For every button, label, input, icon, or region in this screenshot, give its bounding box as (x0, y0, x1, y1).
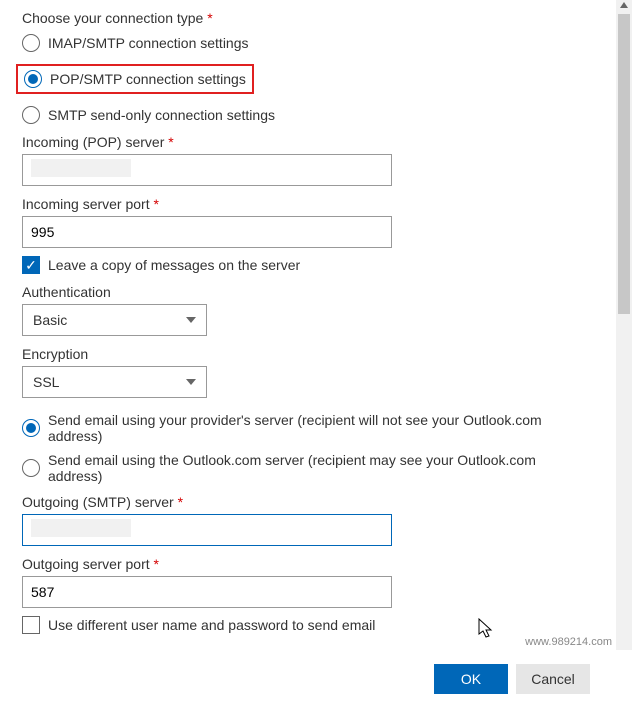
required-asterisk: * (207, 10, 212, 26)
vertical-scrollbar[interactable] (616, 0, 632, 650)
connection-type-label: Choose your connection type * (22, 10, 594, 26)
checkbox-checked-icon: ✓ (22, 256, 40, 274)
radio-label: POP/SMTP connection settings (50, 71, 246, 87)
radio-label: Send email using your provider's server … (48, 412, 594, 444)
redacted-value (31, 519, 131, 537)
checkbox-label: Leave a copy of messages on the server (48, 257, 300, 273)
radio-imap-smtp[interactable]: IMAP/SMTP connection settings (22, 34, 594, 52)
chevron-down-icon (186, 379, 196, 385)
incoming-server-input[interactable] (22, 154, 392, 186)
button-row: OK Cancel (22, 664, 594, 694)
radio-icon (22, 106, 40, 124)
radio-label: Send email using the Outlook.com server … (48, 452, 594, 484)
radio-label: SMTP send-only connection settings (48, 107, 275, 123)
radio-send-provider[interactable]: Send email using your provider's server … (22, 412, 594, 444)
radio-pop-smtp[interactable] (24, 70, 42, 88)
ok-button[interactable]: OK (434, 664, 508, 694)
outgoing-port-label: Outgoing server port * (22, 556, 594, 572)
redacted-value (31, 159, 131, 177)
chevron-down-icon (186, 317, 196, 323)
incoming-server-label: Incoming (POP) server * (22, 134, 594, 150)
outgoing-server-label: Outgoing (SMTP) server * (22, 494, 594, 510)
encryption-select[interactable]: SSL (22, 366, 207, 398)
outgoing-port-input[interactable] (22, 576, 392, 608)
watermark-text: www.989214.com (525, 636, 612, 648)
leave-copy-row[interactable]: ✓ Leave a copy of messages on the server (22, 256, 594, 274)
encryption-label: Encryption (22, 346, 594, 362)
radio-icon (22, 34, 40, 52)
checkbox-label: Use different user name and password to … (48, 617, 375, 633)
radio-label: IMAP/SMTP connection settings (48, 35, 249, 51)
radio-icon (22, 419, 40, 437)
cancel-button[interactable]: Cancel (516, 664, 590, 694)
authentication-label: Authentication (22, 284, 594, 300)
outgoing-server-input[interactable] (22, 514, 392, 546)
incoming-port-label: Incoming server port * (22, 196, 594, 212)
incoming-port-input[interactable] (22, 216, 392, 248)
authentication-select[interactable]: Basic (22, 304, 207, 336)
radio-smtp-only[interactable]: SMTP send-only connection settings (22, 106, 594, 124)
scroll-up-icon (620, 2, 628, 8)
diff-creds-row[interactable]: Use different user name and password to … (22, 616, 594, 634)
radio-icon (22, 459, 40, 477)
scrollbar-thumb[interactable] (618, 14, 630, 314)
connection-type-text: Choose your connection type (22, 10, 203, 26)
highlight-pop-option: POP/SMTP connection settings (16, 64, 254, 94)
select-value: Basic (33, 312, 67, 328)
select-value: SSL (33, 374, 59, 390)
radio-send-outlook[interactable]: Send email using the Outlook.com server … (22, 452, 594, 484)
checkbox-icon (22, 616, 40, 634)
